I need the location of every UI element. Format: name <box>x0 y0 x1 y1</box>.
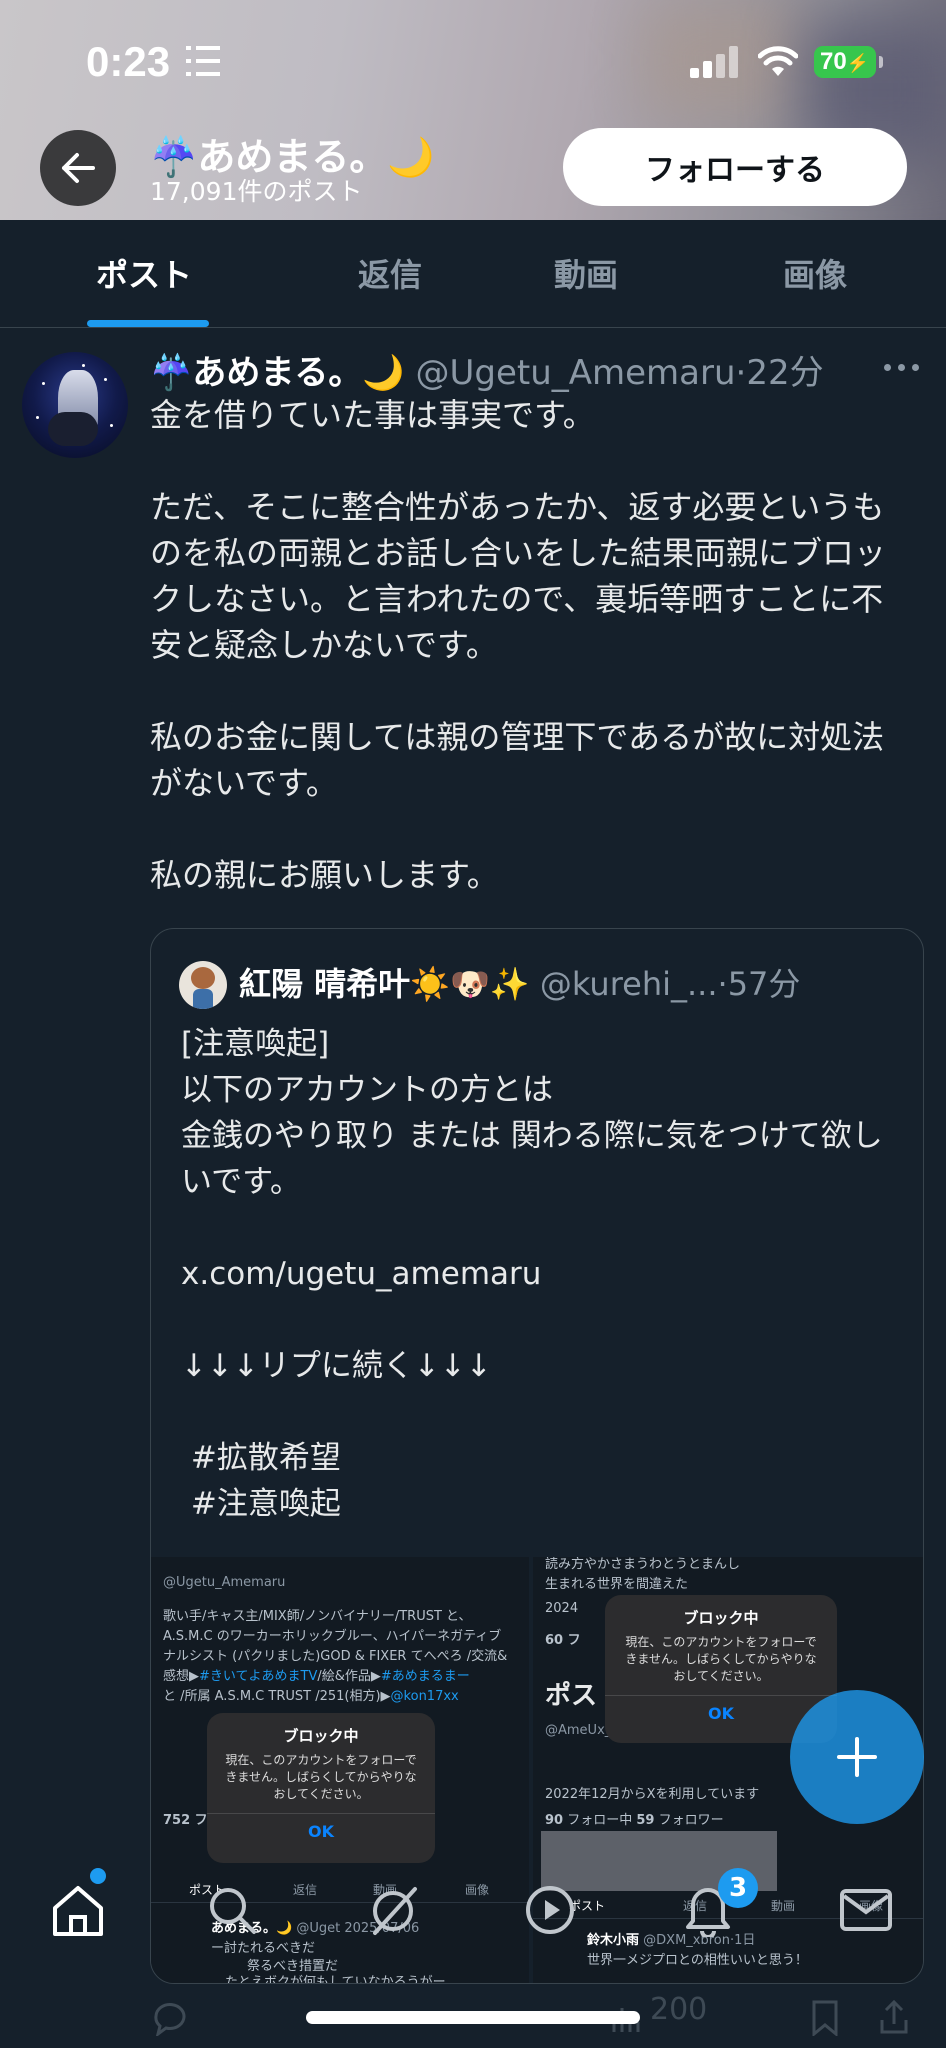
plus-icon <box>837 1737 877 1777</box>
nav-search[interactable] <box>200 1878 264 1942</box>
shot-text: 60 フ <box>545 1633 581 1648</box>
reply-icon[interactable] <box>150 2000 190 2036</box>
arrow-left-icon <box>62 153 95 183</box>
dialog-title: ブロック中 <box>283 1727 359 1745</box>
more-options-icon[interactable] <box>884 364 920 372</box>
home-icon <box>53 1886 103 1936</box>
home-indicator <box>306 2011 640 2024</box>
shot-post-line: たとえボクが何もしていなかろうがー <box>225 1975 446 1984</box>
post-count: 17,091件のポスト <box>150 177 363 206</box>
tab-replies[interactable]: 返信 <box>358 250 422 296</box>
shot-followers-count: 59 <box>636 1813 655 1828</box>
quoted-post[interactable]: 紅陽 晴希叶☀️🐶✨ @kurehi_...·57分 [注意喚起] 以下のアカウ… <box>150 928 924 1984</box>
mail-icon <box>840 1889 892 1931</box>
grok-icon <box>373 1887 417 1935</box>
dialog-ok-button: OK <box>207 1813 435 1849</box>
tab-images[interactable]: 画像 <box>783 250 847 296</box>
share-icon[interactable] <box>878 1998 910 2036</box>
post-handle[interactable]: @Ugetu_Amemaru <box>415 353 735 393</box>
quote-header: 紅陽 晴希叶☀️🐶✨ @kurehi_...·57分 <box>239 959 800 1005</box>
profile-tabs: ポスト 返信 動画 画像 <box>0 220 946 328</box>
shot-bio-line: /絵&作品▶ <box>317 1669 381 1684</box>
shot-text: 生まれる世界を間違えた <box>545 1577 689 1592</box>
quote-handle: @kurehi_... <box>539 965 718 1003</box>
shot-bio-line: A.S.M.C のワーカーホリックブルー、ハイパーネガティブ <box>163 1629 502 1644</box>
shot-handle: @Ugetu_Amemaru <box>163 1575 286 1590</box>
shot-bio-line: ナルシスト (パクリました)GOD & FIXER てへぺろ /交流& <box>163 1649 508 1664</box>
home-unread-dot <box>90 1868 106 1884</box>
profile-header: 0:23 70⚡ ☔️あめまる。🌙 17,091件のポスト フォローする <box>0 0 946 220</box>
battery-indicator: 70⚡ <box>814 46 883 78</box>
quote-text: [注意喚起] 以下のアカウントの方とは 金銭のやり取り または 関わる際に気をつ… <box>181 1026 883 1522</box>
shot-bio-line: 歌い手/キャス主/MIX師/ノンバイナリー/TRUST と、 <box>163 1609 472 1624</box>
dialog-message: 現在、このアカウントをフォローできません。しばらくしてからやりなおしてください。 <box>225 1753 417 1801</box>
post-text: 金を借りていた事は事実です。 ただ、そこに整合性があったか、返す必要というものを… <box>150 396 887 894</box>
shot-bio-line: 感想▶ <box>163 1669 199 1684</box>
bookmark-icon[interactable] <box>810 2000 840 2036</box>
views-count: 200 <box>650 1992 708 2027</box>
tab-videos[interactable]: 動画 <box>554 250 618 296</box>
status-bar: 0:23 70⚡ <box>0 0 946 120</box>
nav-video[interactable] <box>518 1878 582 1942</box>
shot-joined: 2022年12月からXを利用しています <box>545 1787 760 1802</box>
shot-bio-line: と /所属 A.S.M.C TRUST /251(相方)▶ <box>163 1689 391 1704</box>
active-tab-indicator <box>87 320 209 327</box>
nav-grok[interactable] <box>362 1878 426 1942</box>
wifi-icon <box>758 46 798 76</box>
compose-post-button[interactable] <box>790 1690 924 1824</box>
nav-home[interactable] <box>46 1878 110 1942</box>
shot-text: 2024 <box>545 1601 579 1616</box>
tab-posts[interactable]: ポスト <box>96 250 192 296</box>
blocked-dialog-left: ブロック中 現在、このアカウントをフォローできません。しばらくしてからやりなおし… <box>207 1713 435 1863</box>
quote-time: ·57分 <box>717 965 801 1003</box>
dialog-title: ブロック中 <box>683 1609 759 1627</box>
bottom-navigation <box>0 1860 946 1960</box>
search-icon <box>210 1888 256 1934</box>
cellular-signal-icon <box>690 46 738 78</box>
shot-followers-label: フォロワー <box>658 1813 724 1828</box>
shot-heading: ポス <box>545 1681 598 1711</box>
quote-author-avatar <box>179 961 227 1009</box>
play-icon <box>526 1886 574 1934</box>
shot-bio-link: @kon17xx <box>390 1689 459 1704</box>
shot-bio-link: #きいてよあめまTV <box>199 1669 318 1684</box>
shot-following-count: 90 <box>545 1813 564 1828</box>
focus-list-icon <box>186 46 220 76</box>
author-avatar[interactable] <box>22 352 128 458</box>
status-time: 0:23 <box>86 38 171 85</box>
post-author-name[interactable]: ☔️あめまる。🌙 <box>150 353 405 393</box>
shot-bio-link: #あめまるまー <box>380 1669 470 1684</box>
shot-following-label: フォロー中 <box>567 1813 633 1828</box>
follow-button[interactable]: フォローする <box>563 128 907 206</box>
dialog-message: 現在、このアカウントをフォローできません。しばらくしてからやりなおしてください。 <box>625 1635 817 1683</box>
notification-badge: 3 <box>718 1868 758 1908</box>
post-time: ·22分 <box>735 353 824 393</box>
quote-author-name: 紅陽 晴希叶☀️🐶✨ <box>239 965 530 1003</box>
back-button[interactable] <box>40 130 116 206</box>
shot-text: 読み方やかさまうわとうとまんし <box>545 1557 741 1572</box>
post-header: ☔️あめまる。🌙 @Ugetu_Amemaru·22分 <box>150 345 824 394</box>
nav-messages[interactable] <box>834 1878 898 1942</box>
